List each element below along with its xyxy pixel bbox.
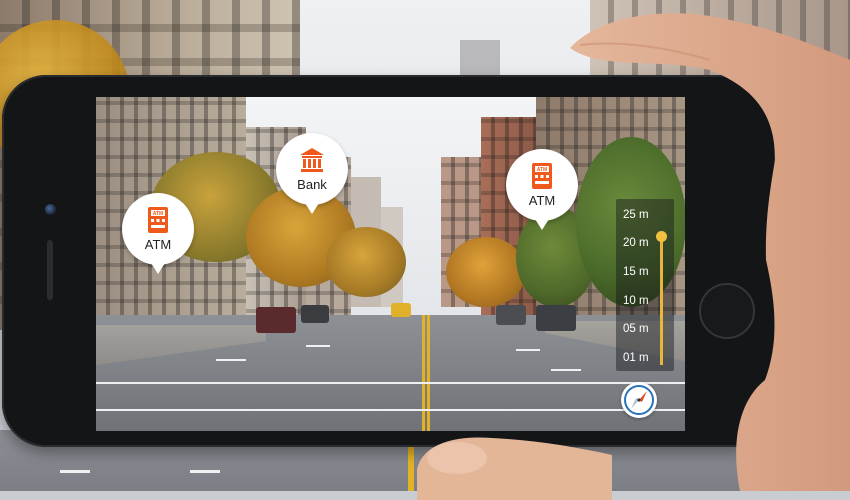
right-hand: [570, 13, 850, 491]
lane-marking: [60, 470, 90, 473]
tree: [446, 237, 526, 307]
bank-icon: [300, 148, 324, 172]
parked-car: [256, 307, 296, 333]
taxi: [391, 303, 411, 317]
atm-pin[interactable]: ATM ATM: [122, 193, 194, 274]
atm-icon: ATM: [148, 207, 168, 233]
lane-marking: [190, 470, 220, 473]
svg-text:ATM: ATM: [153, 211, 163, 217]
parked-car: [301, 305, 329, 323]
tree: [326, 227, 406, 297]
lane-marking: [306, 345, 330, 347]
pin-label: Bank: [297, 177, 327, 192]
lane-marking: [516, 349, 540, 351]
thumb: [417, 437, 612, 500]
svg-text:ATM: ATM: [537, 167, 547, 173]
center-line: [422, 315, 425, 431]
pin-label: ATM: [144, 237, 172, 252]
lane-marking: [216, 359, 246, 361]
background-tower: [460, 40, 500, 80]
pin-label: ATM: [528, 193, 556, 208]
phone-speaker: [47, 240, 53, 300]
front-camera: [45, 204, 56, 215]
bank-pin[interactable]: Bank: [276, 133, 348, 214]
parked-car: [496, 305, 526, 325]
atm-icon: ATM: [532, 163, 552, 189]
center-line: [427, 315, 430, 431]
